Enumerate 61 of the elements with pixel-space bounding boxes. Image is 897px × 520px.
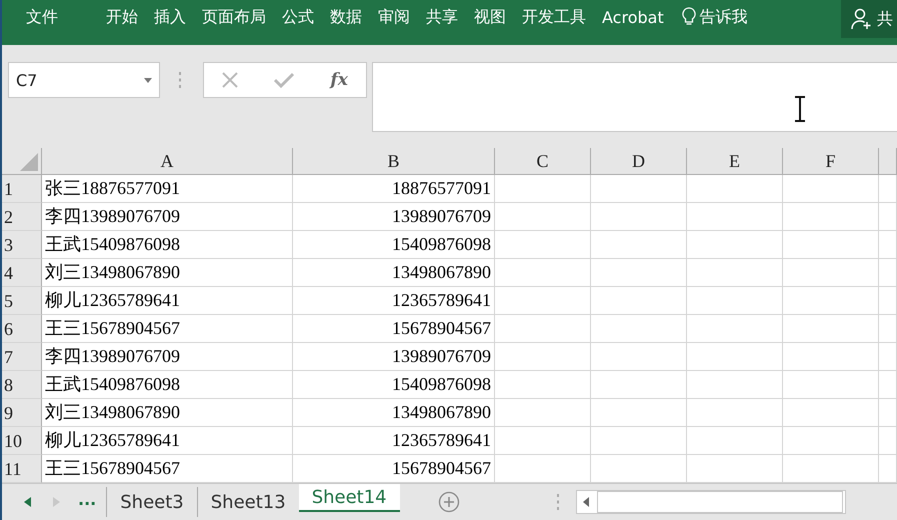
- column-header[interactable]: C: [495, 148, 591, 174]
- cell-reference: C7: [16, 70, 38, 90]
- table-cell[interactable]: [687, 455, 783, 483]
- table-cell[interactable]: [591, 455, 687, 483]
- cancel-icon[interactable]: [222, 72, 238, 88]
- table-cell[interactable]: 15678904567: [293, 455, 495, 483]
- row-header[interactable]: 9: [2, 399, 42, 427]
- ribbon-tab[interactable]: 文件: [2, 6, 98, 28]
- add-person-icon: [851, 8, 873, 30]
- row-header[interactable]: 8: [2, 371, 42, 399]
- dropdown-icon: [144, 78, 152, 82]
- table-cell[interactable]: [783, 455, 879, 483]
- table-cell[interactable]: [495, 455, 591, 483]
- row-header[interactable]: 6: [2, 315, 42, 343]
- ribbon-tab[interactable]: 审阅: [370, 6, 418, 28]
- add-sheet-icon[interactable]: [438, 491, 460, 513]
- scrollbar-thumb[interactable]: [596, 491, 843, 513]
- scroll-left-icon[interactable]: [582, 497, 589, 507]
- grip-icon: [178, 72, 182, 88]
- share-button[interactable]: 共: [841, 0, 897, 38]
- grip-icon: [556, 494, 560, 510]
- ribbon-tab[interactable]: 公式: [274, 6, 322, 28]
- name-box[interactable]: C7: [8, 62, 160, 98]
- tell-me-button[interactable]: 告诉我: [682, 6, 748, 28]
- row-header[interactable]: 4: [2, 259, 42, 287]
- table-cell[interactable]: 王三15678904567: [42, 455, 293, 483]
- column-header[interactable]: B: [293, 148, 495, 174]
- ribbon-tab[interactable]: 数据: [322, 6, 370, 28]
- column-header[interactable]: E: [687, 148, 783, 174]
- ribbon-tab[interactable]: Acrobat: [594, 6, 672, 28]
- next-sheet-icon[interactable]: [52, 497, 60, 507]
- more-sheets-button[interactable]: ...: [78, 490, 96, 514]
- row-header[interactable]: 2: [2, 203, 42, 231]
- share-label: 共: [877, 8, 893, 30]
- previous-sheet-icon[interactable]: [24, 497, 32, 507]
- sheet-tab[interactable]: Sheet3: [106, 487, 197, 517]
- ribbon-tab[interactable]: 页面布局: [194, 6, 274, 28]
- horizontal-scrollbar[interactable]: [576, 490, 846, 514]
- row-header[interactable]: 5: [2, 287, 42, 315]
- row-header[interactable]: 3: [2, 231, 42, 259]
- lightbulb-icon: [682, 7, 696, 27]
- triangle-icon: [20, 153, 38, 171]
- ribbon-tab[interactable]: 共享: [418, 6, 466, 28]
- row-header[interactable]: 10: [2, 427, 42, 455]
- table-cell[interactable]: [879, 455, 897, 483]
- ribbon-tab[interactable]: 开发工具: [514, 6, 594, 28]
- checkmark-icon[interactable]: [274, 72, 294, 88]
- sheet-tab[interactable]: Sheet14: [298, 484, 400, 512]
- ribbon-tab[interactable]: 插入: [146, 6, 194, 28]
- text-cursor-icon: [794, 96, 806, 122]
- ribbon-tab[interactable]: 开始: [98, 6, 146, 28]
- insert-function-button[interactable]: fx: [330, 70, 348, 90]
- row-header[interactable]: 11: [2, 455, 42, 483]
- column-header[interactable]: A: [42, 148, 293, 174]
- column-header[interactable]: F: [783, 148, 879, 174]
- ribbon-tab[interactable]: 视图: [466, 6, 514, 28]
- formula-input[interactable]: [372, 62, 897, 132]
- tell-me-label: 告诉我: [700, 6, 748, 28]
- row-header[interactable]: 1: [2, 175, 42, 203]
- column-header[interactable]: D: [591, 148, 687, 174]
- row-header[interactable]: 7: [2, 343, 42, 371]
